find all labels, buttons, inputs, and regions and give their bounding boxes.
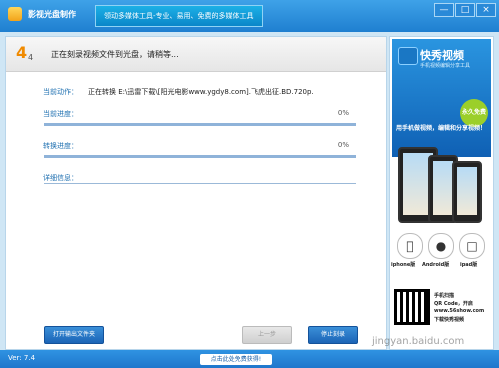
step-current-number: 4 [16, 43, 28, 62]
ad-title: 快秀视频 [420, 49, 464, 62]
status-bar: Ver: 7.4 点击此处免费获得! [0, 350, 499, 368]
ad-promo-text: 用手机做视频，编辑和分享视频！ [396, 125, 487, 132]
detail-info-label: 详细信息： [43, 174, 78, 182]
watermark: jingyan.baidu.com [372, 336, 465, 347]
ipad-version-label: ipad版 [460, 262, 478, 268]
slogan-banner[interactable]: 领动多媒体工具-专业、易用、免费的多媒体工具 [95, 5, 263, 27]
maximize-button[interactable]: □ [455, 3, 475, 17]
step-description: 正在刻录视频文件到光盘，请稍等... [51, 50, 179, 59]
qr-line-1: 手机扫描 [434, 293, 455, 299]
ipad-icon[interactable]: □ [459, 233, 485, 259]
title-bar: 影视光盘制作 领动多媒体工具-专业、易用、免费的多媒体工具 — □ × [0, 0, 499, 32]
apple-icon[interactable]:  [397, 233, 423, 259]
stop-burn-button[interactable]: 停止刻录 [308, 326, 358, 344]
step-total-number: 4 [28, 53, 34, 62]
qr-line-4: 下载快秀视频 [434, 317, 465, 323]
minimize-button[interactable]: — [434, 3, 454, 17]
detail-info-divider [44, 183, 356, 184]
close-button[interactable]: × [476, 3, 496, 17]
ad-banner[interactable]: 快秀视频 手机视频编辑分享工具 永久免费 用手机做视频，编辑和分享视频！ [392, 39, 491, 157]
step-header: 4 4 正在刻录视频文件到光盘，请稍等... [6, 37, 386, 72]
qr-code [394, 289, 430, 325]
android-version-label: Android版 [422, 262, 450, 268]
iphone-version-label: iphone版 [391, 262, 416, 268]
qr-line-2: QR Code，开启 [434, 301, 473, 307]
version-label: Ver: 7.4 [8, 354, 36, 362]
burn-progress-panel: 4 4 正在刻录视频文件到光盘，请稍等... 当前动作： 正在转换 E:\迅雷下… [5, 36, 387, 350]
open-output-folder-button[interactable]: 打开输出文件夹 [44, 326, 104, 344]
current-progress-bar [44, 123, 356, 126]
app-logo-icon [8, 7, 22, 21]
current-action-label: 当前动作： [43, 88, 78, 96]
qr-line-3: www.56show.com [434, 308, 485, 314]
android-icon[interactable]: ● [428, 233, 454, 259]
phone-image-2 [452, 161, 482, 223]
ad-subtitle: 手机视频编辑分享工具 [420, 63, 471, 69]
convert-progress-label: 转换进度： [43, 142, 78, 150]
app-title: 影视光盘制作 [28, 10, 76, 19]
free-badge: 永久免费 [460, 99, 488, 127]
current-progress-label: 当前进度： [43, 110, 78, 118]
current-progress-percent: 0% [337, 109, 349, 117]
camera-icon [398, 47, 418, 65]
prev-step-button[interactable]: 上一步 [242, 326, 292, 344]
convert-progress-bar [44, 155, 356, 158]
convert-progress-percent: 0% [337, 141, 349, 149]
ad-panel[interactable]: 快秀视频 手机视频编辑分享工具 永久免费 用手机做视频，编辑和分享视频！  ●… [389, 36, 494, 350]
current-action-value: 正在转换 E:\迅雷下载\[阳光电影www.ygdy8.com].飞虎出征.BD… [88, 88, 314, 96]
free-get-button[interactable]: 点击此处免费获得! [200, 354, 272, 365]
